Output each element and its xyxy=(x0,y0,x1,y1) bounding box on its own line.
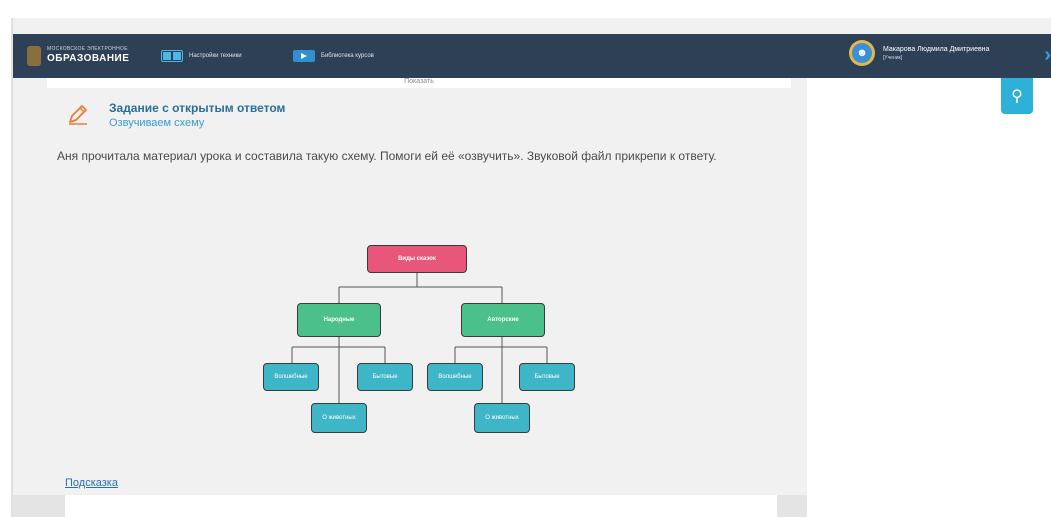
task-card: Задание с открытым ответом Озвучиваем сх… xyxy=(47,93,791,493)
show-bar: Показать xyxy=(47,78,791,88)
diagram-node-author-animals: О животных xyxy=(474,403,530,433)
brand-logo[interactable]: МОСКОВСКОЕ ЭЛЕКТРОННОЕ ОБРАЗОВАНИЕ xyxy=(27,44,130,70)
hint-link[interactable]: Подсказка xyxy=(65,477,118,489)
key-button[interactable]: ⚲ xyxy=(1001,78,1033,114)
task-title: Задание с открытым ответом xyxy=(109,101,286,115)
brand-small-text: МОСКОВСКОЕ ЭЛЕКТРОННОЕ xyxy=(47,46,128,52)
diagram-node-author-magic: Волшебные xyxy=(427,363,483,391)
top-navigation-bar: МОСКОВСКОЕ ЭЛЕКТРОННОЕ ОБРАЗОВАНИЕ Настр… xyxy=(13,34,1051,78)
diagram-node-folk-magic: Волшебные xyxy=(263,363,319,391)
nav-label: Библиотека курсов xyxy=(321,53,374,59)
right-side-panel xyxy=(807,78,1051,517)
chevron-right-icon[interactable]: › xyxy=(1044,44,1051,67)
show-link[interactable]: Показать xyxy=(47,78,791,85)
user-role: [Ученик] xyxy=(883,54,903,61)
browser-frame: МОСКОВСКОЕ ЭЛЕКТРОННОЕ ОБРАЗОВАНИЕ Настр… xyxy=(11,18,1051,517)
task-subtitle: Озвучиваем схему xyxy=(109,117,205,129)
user-name: Макарова Людмила Дмитриевна xyxy=(883,45,990,53)
diagram-node-folk: Народные xyxy=(297,303,381,337)
nav-label: Настройки техники xyxy=(189,53,242,59)
avatar: ☻ xyxy=(849,40,875,66)
user-profile[interactable]: ☻ Макарова Людмила Дмитриевна [Ученик] xyxy=(849,40,989,66)
brand-title: ОБРАЗОВАНИЕ xyxy=(47,53,130,64)
diagram-node-folk-animals: О животных xyxy=(311,403,367,433)
diagram-node-root: Виды сказок xyxy=(367,245,467,273)
nav-item-library[interactable]: Библиотека курсов xyxy=(293,47,374,65)
task-description: Аня прочитала материал урока и составила… xyxy=(57,149,717,163)
fairy-tale-diagram: Виды сказок Народные Авторские Волшебные… xyxy=(247,221,587,436)
video-icon xyxy=(293,50,315,62)
pencil-icon xyxy=(69,105,87,125)
user-icon: ☻ xyxy=(852,43,872,63)
nav-item-settings[interactable]: Настройки техники xyxy=(161,47,242,65)
diagram-node-author-everyday: Бытовые xyxy=(519,363,575,391)
diagram-node-folk-everyday: Бытовые xyxy=(357,363,413,391)
coat-of-arms-icon xyxy=(27,46,41,66)
answer-panel-edge xyxy=(65,495,777,517)
diagram-node-author: Авторские xyxy=(461,303,545,337)
book-icon xyxy=(161,50,183,62)
key-icon: ⚲ xyxy=(1011,88,1023,105)
